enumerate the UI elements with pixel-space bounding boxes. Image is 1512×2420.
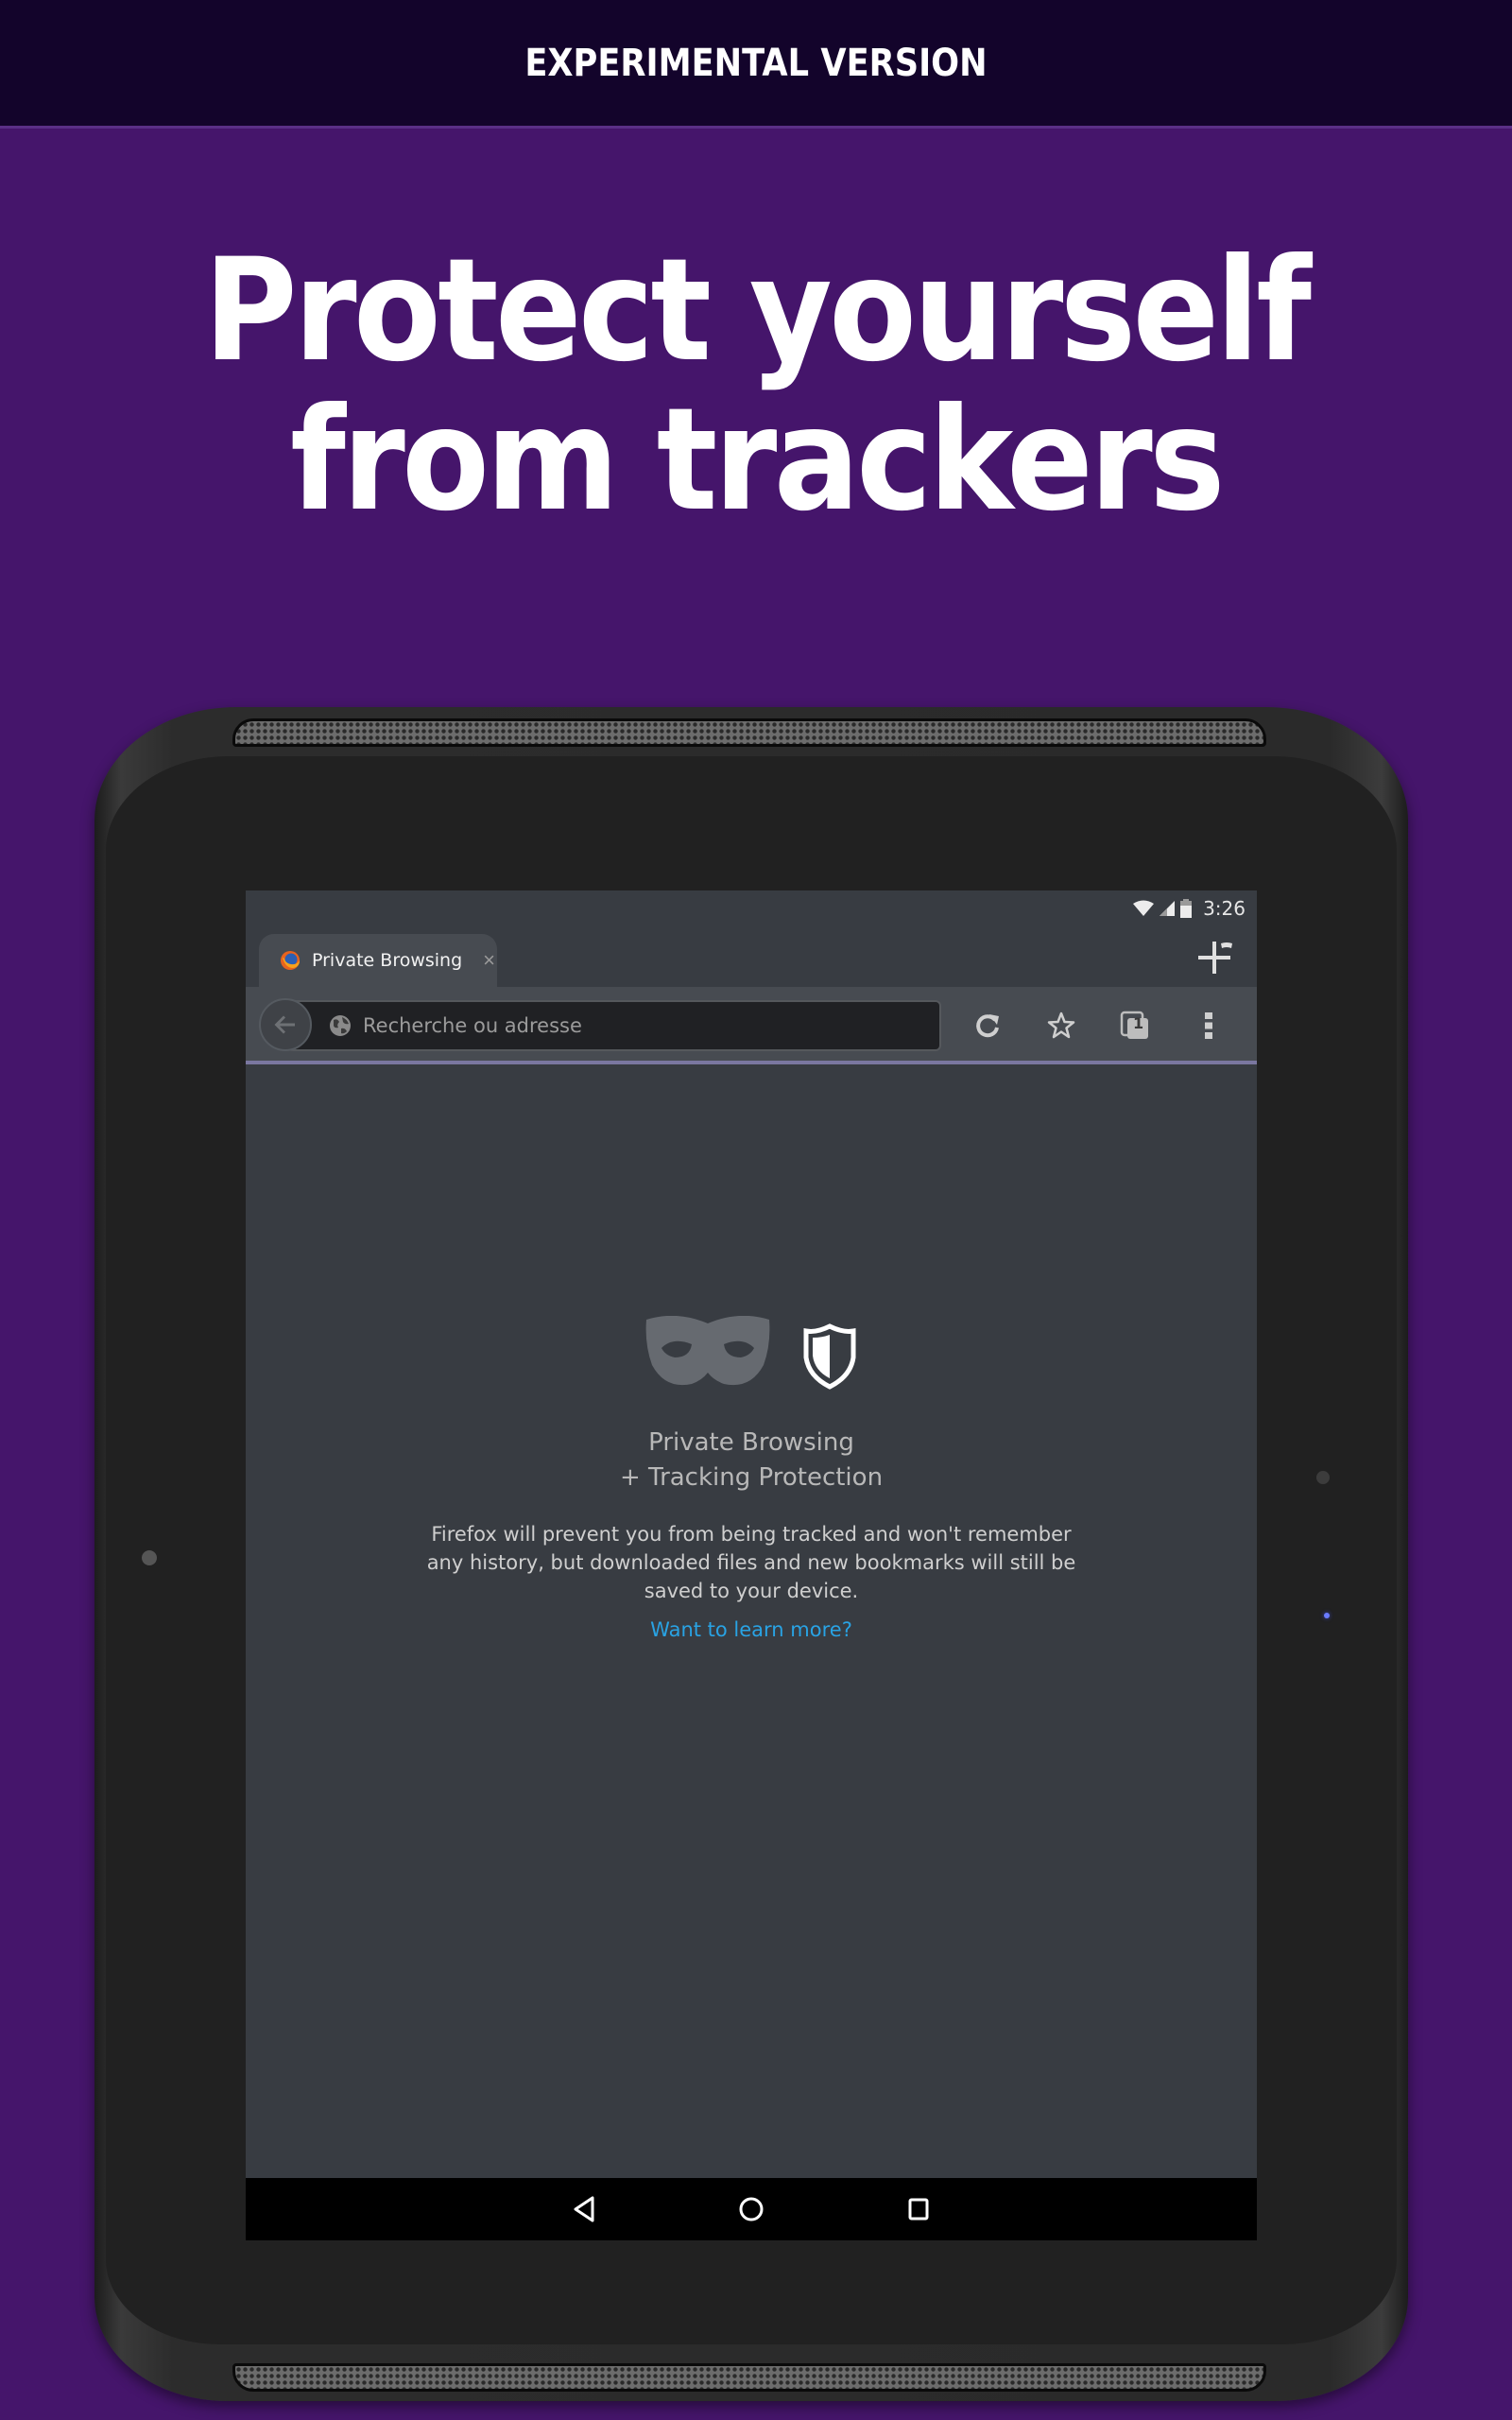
notification-led (1324, 1613, 1330, 1618)
nav-home-icon (739, 2197, 764, 2221)
private-browsing-page: Private Browsing + Tracking Protection F… (246, 1068, 1257, 2176)
tabs-counter-button[interactable]: 1 (1109, 1000, 1160, 1051)
star-icon (1047, 1011, 1075, 1039)
url-toolbar: Recherche ou adresse 1 (246, 987, 1257, 1064)
wifi-icon (1133, 900, 1155, 916)
tabs-count: 1 (1133, 1014, 1144, 1032)
bookmark-button[interactable] (1036, 1000, 1087, 1051)
experimental-banner: EXPERIMENTAL VERSION (0, 0, 1512, 129)
url-input[interactable]: Recherche ou adresse (287, 1000, 941, 1051)
overflow-menu-icon (1205, 1012, 1212, 1039)
nav-back-button[interactable] (556, 2186, 612, 2233)
globe-icon (330, 1015, 351, 1036)
nav-recents-button[interactable] (890, 2186, 947, 2233)
speaker-grille-bottom (232, 2363, 1266, 2392)
nav-back-icon (574, 2196, 594, 2222)
signal-icon (1160, 901, 1176, 916)
overflow-menu-button[interactable] (1183, 1000, 1234, 1051)
shield-icon (803, 1323, 856, 1390)
private-icons (246, 1316, 1257, 1392)
new-private-tab-icon (1198, 942, 1232, 974)
tab-private-browsing[interactable]: Private Browsing × (259, 934, 497, 987)
headline: Protect yourself from trackers (0, 236, 1512, 535)
tab-title: Private Browsing (312, 950, 463, 971)
front-camera (142, 1550, 157, 1565)
reload-button[interactable] (962, 1000, 1013, 1051)
headline-line-1: Protect yourself (203, 229, 1312, 393)
headline-line-2: from trackers (290, 378, 1225, 543)
new-private-tab-button[interactable] (1196, 938, 1234, 976)
back-arrow-icon (274, 1015, 295, 1034)
firefox-icon (281, 951, 300, 970)
back-button[interactable] (259, 998, 312, 1051)
light-sensor (1316, 1471, 1330, 1484)
learn-more-link[interactable]: Want to learn more? (246, 1618, 1257, 1641)
nav-recents-icon (908, 2198, 929, 2221)
battery-icon (1180, 899, 1193, 918)
private-mask-icon (645, 1316, 770, 1385)
nav-home-button[interactable] (723, 2186, 780, 2233)
status-time: 3:26 (1203, 897, 1246, 920)
private-browsing-title: Private Browsing + Tracking Protection (246, 1426, 1257, 1495)
title-line-2: + Tracking Protection (619, 1463, 884, 1492)
private-browsing-description: Firefox will prevent you from being trac… (426, 1523, 1076, 1602)
url-placeholder: Recherche ou adresse (363, 1014, 582, 1037)
tab-strip: Private Browsing × (246, 926, 1257, 987)
android-nav-bar (246, 2178, 1257, 2240)
close-tab-icon[interactable]: × (483, 948, 495, 973)
device-screen: 3:26 Private Browsing × Recherche ou adr… (246, 890, 1257, 2240)
reload-icon (976, 1014, 999, 1038)
speaker-grille-top (232, 718, 1266, 747)
title-line-1: Private Browsing (648, 1428, 854, 1457)
status-bar: 3:26 (246, 890, 1257, 926)
banner-label: EXPERIMENTAL VERSION (524, 41, 988, 85)
